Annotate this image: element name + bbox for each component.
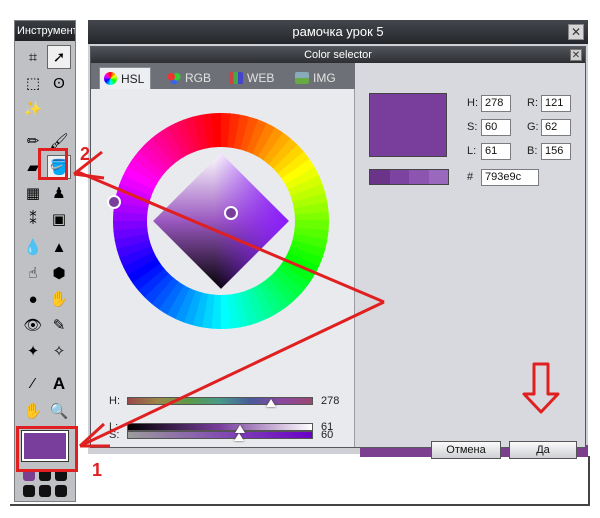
lasso-tool-icon[interactable]: ʘ — [47, 71, 71, 95]
zoom-tool-icon[interactable]: 🔍 — [47, 399, 71, 423]
color-values-pane: H: 278 R: 121 S: 60 G: 62 L: 61 B: 156 #… — [355, 63, 585, 459]
document-title: рамочка урок 5 — [292, 24, 384, 39]
slider-h-track[interactable] — [127, 397, 313, 405]
history-swatch[interactable] — [389, 170, 409, 184]
history-swatch[interactable] — [409, 170, 429, 184]
hex-input[interactable]: 793e9c — [481, 169, 539, 186]
slider-l-value: 61 — [321, 421, 334, 433]
hex-label: # — [467, 171, 474, 183]
sharpen-tool-icon[interactable]: ▲ — [47, 235, 71, 259]
preset-swatch[interactable] — [39, 485, 51, 497]
tab-label: WEB — [247, 71, 275, 85]
history-swatch[interactable] — [428, 170, 448, 184]
tools-panel-title: Инструмент — [15, 21, 75, 41]
burn-tool-icon[interactable]: ✋ — [47, 287, 71, 311]
blur-tool-icon[interactable]: 💧 — [21, 235, 45, 259]
slider-l-track[interactable] — [127, 423, 313, 431]
sl-marker[interactable] — [224, 206, 238, 220]
dialog-titlebar[interactable]: Color selector ✕ — [91, 47, 585, 63]
red-eye-tool-icon[interactable]: 👁 — [21, 313, 45, 337]
color-preview-swatch — [369, 93, 447, 157]
rgb-icon — [167, 72, 181, 84]
magic-wand-tool-icon[interactable]: ✨ — [21, 97, 45, 121]
spot-heal-tool-icon[interactable]: ✎ — [47, 313, 71, 337]
hue-marker[interactable] — [107, 195, 121, 209]
type-tool-icon[interactable]: A — [47, 371, 71, 395]
field-b-label: B: — [527, 145, 538, 157]
web-grid-icon — [229, 72, 243, 84]
tab-hsl[interactable]: HSL — [99, 67, 152, 89]
field-l-label: L: — [467, 145, 477, 157]
field-g-label: G: — [527, 121, 539, 133]
hsl-pane: H: 278 S: 60 — [91, 89, 355, 447]
tab-label: RGB — [185, 71, 212, 85]
tab-label: HSL — [121, 71, 145, 86]
marquee-tool-icon[interactable]: ⬚ — [21, 71, 45, 95]
slider-s-thumb[interactable] — [233, 433, 244, 441]
color-mode-tabs: HSL RGB WEB IMG — [91, 63, 355, 89]
field-l-input[interactable]: 61 — [481, 143, 511, 160]
slider-h-label: H: — [109, 395, 120, 407]
history-swatch[interactable] — [370, 170, 390, 184]
move-tool-icon[interactable]: ➚ — [47, 45, 71, 69]
document-titlebar[interactable]: рамочка урок 5 ✕ — [88, 20, 588, 44]
hand-tool-icon[interactable]: ✋ — [21, 399, 45, 423]
color-selector-dialog: Color selector ✕ HSL RGB WEB IMG H: 278 … — [90, 46, 586, 459]
smudge-tool-icon[interactable]: ☝ — [21, 261, 45, 285]
annotation-number-two: 2 — [80, 144, 91, 164]
ok-button[interactable]: Да — [509, 441, 577, 459]
stamp-tool-icon[interactable]: ♟ — [47, 181, 71, 205]
field-s-label: S: — [467, 121, 478, 133]
image-icon — [295, 72, 309, 84]
preset-swatch[interactable] — [55, 485, 67, 497]
tab-img[interactable]: IMG — [291, 67, 342, 89]
pinch-tool-icon[interactable]: ✧ — [47, 339, 71, 363]
cancel-button[interactable]: Отмена — [431, 441, 501, 459]
preset-swatch[interactable] — [23, 485, 35, 497]
gradient-tool-icon[interactable]: ▦ — [21, 181, 45, 205]
field-h-label: H: — [467, 97, 478, 109]
slider-h-thumb[interactable] — [265, 399, 276, 407]
crop-tool-icon[interactable]: ⌗ — [21, 45, 45, 69]
field-s-input[interactable]: 60 — [481, 119, 511, 136]
color-history — [369, 169, 449, 185]
dialog-close-button[interactable]: ✕ — [570, 49, 582, 61]
dodge-tool-icon[interactable]: ● — [21, 287, 45, 311]
document-close-button[interactable]: ✕ — [568, 24, 584, 40]
tab-rgb[interactable]: RGB — [163, 67, 217, 89]
annotation-number-one: 1 — [92, 460, 103, 480]
field-h-input[interactable]: 278 — [481, 95, 511, 112]
slider-l-label: L: — [109, 421, 119, 433]
field-r-label: R: — [527, 97, 538, 109]
highlight-box-paint-bucket — [38, 148, 68, 180]
slider-h-value: 278 — [321, 395, 340, 407]
hsl-wheel-icon — [104, 72, 117, 85]
tab-web[interactable]: WEB — [225, 67, 280, 89]
slider-l-thumb[interactable] — [235, 425, 246, 433]
field-g-input[interactable]: 62 — [541, 119, 571, 136]
bloat-tool-icon[interactable]: ✦ — [21, 339, 45, 363]
sponge-tool-icon[interactable]: ⬢ — [47, 261, 71, 285]
color-replace-tool-icon[interactable]: ⁑ — [21, 207, 45, 231]
color-picker-tool-icon[interactable]: ⁄ — [21, 371, 45, 395]
tab-label: IMG — [313, 71, 336, 85]
slider-s-track[interactable] — [127, 431, 313, 439]
field-r-input[interactable]: 121 — [541, 95, 571, 112]
drawing-tool-icon[interactable]: ▣ — [47, 207, 71, 231]
screenshot-stage: Инструмент ⌗ ➚ ⬚ ʘ ✨ ✏ 🖌 ▰ 🪣 ▦ ♟ ⁑ ▣ 💧 ▲… — [0, 0, 600, 518]
highlight-box-color-swatch — [16, 426, 78, 472]
hsl-color-wheel[interactable] — [101, 101, 341, 341]
dialog-title: Color selector — [304, 49, 372, 61]
field-b-input[interactable]: 156 — [541, 143, 571, 160]
